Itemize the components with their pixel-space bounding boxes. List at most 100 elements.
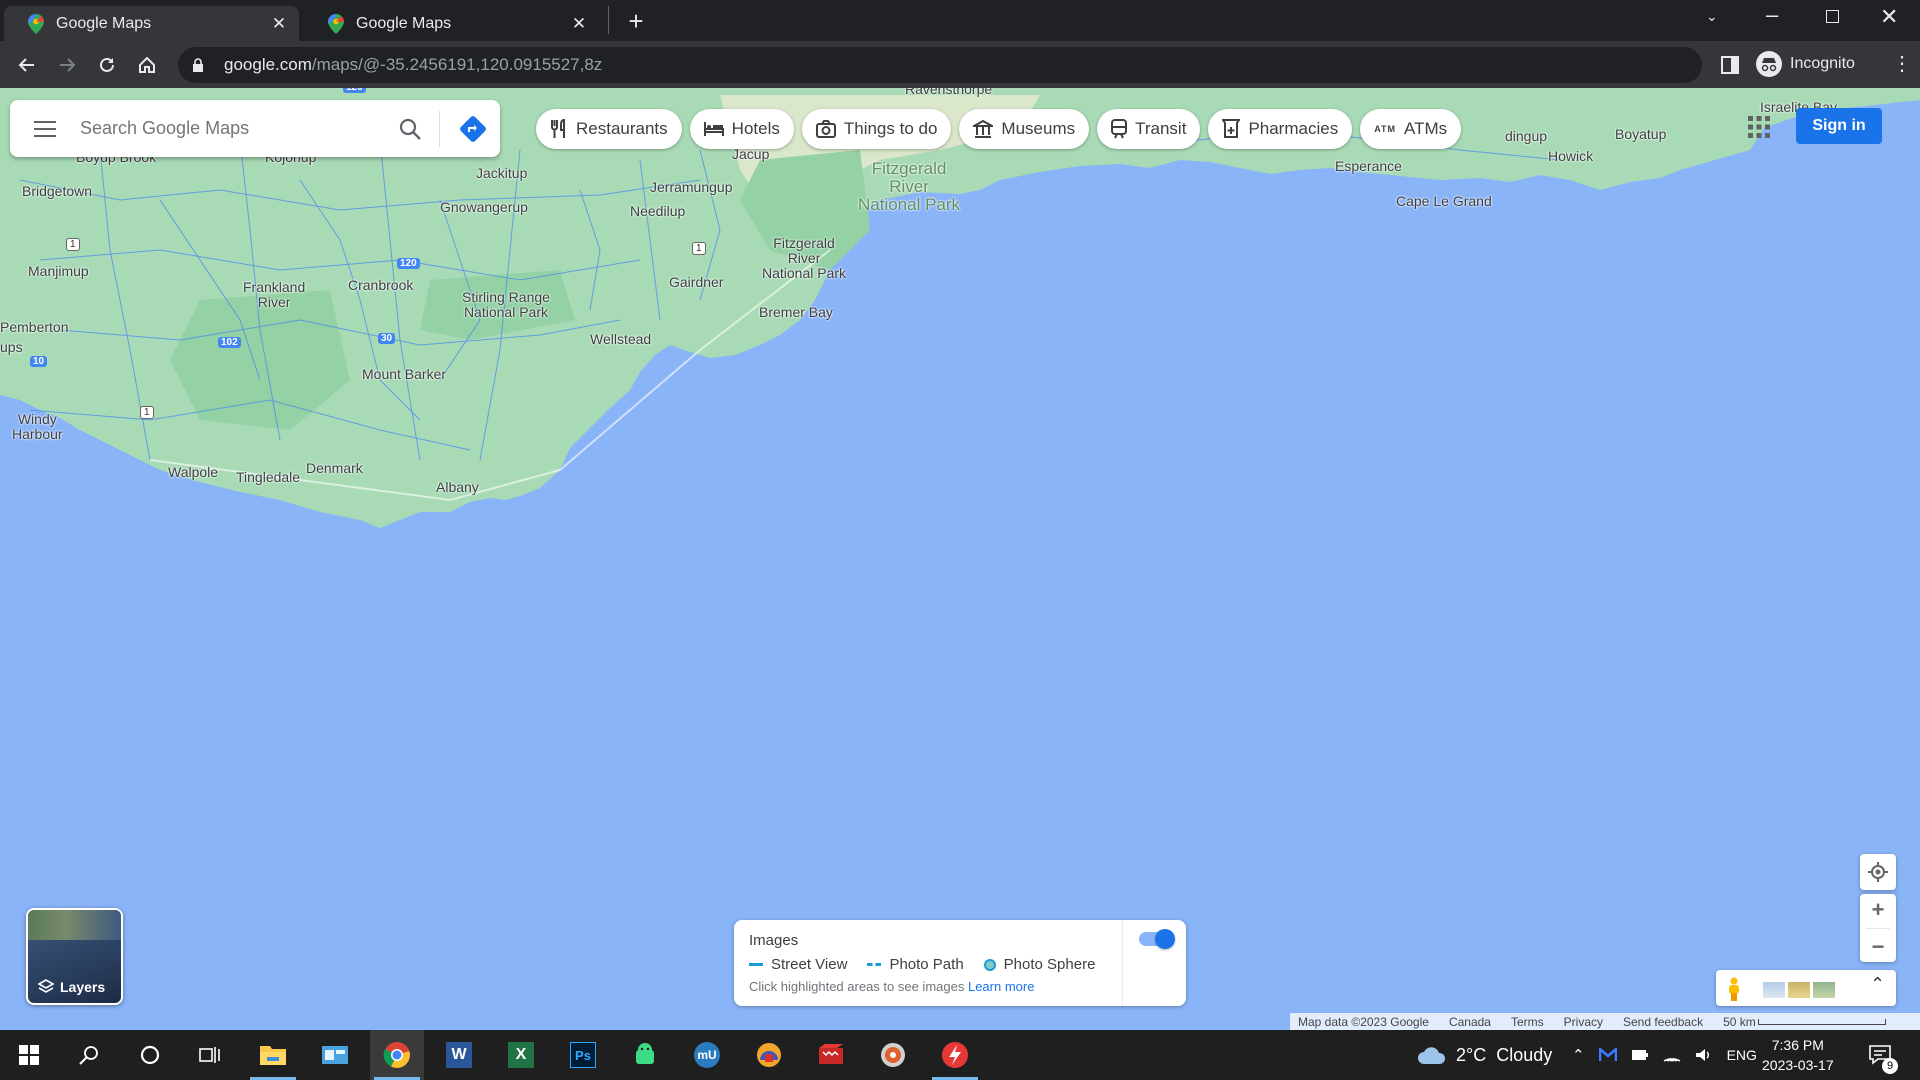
chip-transit[interactable]: Transit — [1097, 109, 1201, 149]
taskbar-search-button[interactable] — [62, 1030, 116, 1080]
chip-things-to-do[interactable]: Things to do — [801, 109, 952, 149]
taskbar-video-app[interactable] — [804, 1030, 858, 1080]
notifications-button[interactable]: 9 — [1868, 1030, 1898, 1080]
taskbar-vpn-app[interactable] — [742, 1030, 796, 1080]
wifi-icon[interactable] — [1663, 1047, 1681, 1063]
chip-museums[interactable]: Museums — [959, 109, 1090, 149]
map-label-windy-harbour[interactable]: Windy Harbour — [12, 412, 63, 442]
search-button[interactable] — [387, 100, 433, 157]
zoom-out-icon[interactable]: − — [1872, 934, 1885, 960]
taskbar-word[interactable]: W — [432, 1030, 486, 1080]
window-close-icon[interactable]: ✕ — [1880, 4, 1898, 30]
my-location-button[interactable] — [1860, 854, 1896, 890]
search-input[interactable] — [80, 118, 387, 139]
map-label-stirling-range[interactable]: Stirling Range National Park — [462, 290, 550, 320]
taskbar-control-panel[interactable] — [308, 1030, 362, 1080]
task-view-button[interactable] — [183, 1030, 237, 1080]
pegman-icon[interactable] — [1726, 977, 1742, 1001]
volume-icon[interactable] — [1695, 1047, 1713, 1063]
reload-button[interactable] — [87, 41, 127, 88]
map-label-albany[interactable]: Albany — [436, 480, 479, 495]
footer-country[interactable]: Canada — [1449, 1015, 1491, 1029]
chip-pharmacies[interactable]: Pharmacies — [1208, 109, 1353, 149]
footer-terms[interactable]: Terms — [1511, 1015, 1544, 1029]
map-label-ups[interactable]: ups — [0, 340, 23, 355]
weather-widget[interactable]: 2°C Cloudy — [1416, 1030, 1552, 1080]
map-label-dingup[interactable]: dingup — [1505, 129, 1547, 144]
zoom-in-icon[interactable]: + — [1872, 897, 1885, 923]
show-hidden-icons-icon[interactable]: ⌃ — [1572, 1046, 1585, 1064]
map-label-walpole[interactable]: Walpole — [168, 465, 218, 480]
taskbar-file-explorer[interactable] — [246, 1030, 300, 1080]
footer-privacy[interactable]: Privacy — [1564, 1015, 1603, 1029]
back-button[interactable] — [7, 41, 47, 88]
start-button[interactable] — [2, 1030, 56, 1080]
map-label-ravensthorpe[interactable]: Ravensthorpe — [905, 88, 992, 97]
tab-google-maps-1[interactable]: Google Maps ✕ — [4, 6, 299, 41]
side-panel-button[interactable] — [1710, 41, 1750, 88]
map-label-bremer-bay[interactable]: Bremer Bay — [759, 305, 833, 320]
taskbar-media-player[interactable] — [866, 1030, 920, 1080]
clock[interactable]: 7:36 PM 2023-03-17 — [1762, 1030, 1834, 1080]
menu-button[interactable] — [10, 100, 80, 157]
map-label-fitzgerald-national-park[interactable]: Fitzgerald River National Park — [858, 160, 960, 214]
map-label-bridgetown[interactable]: Bridgetown — [22, 184, 92, 199]
chip-restaurants[interactable]: Restaurants — [536, 109, 682, 149]
close-tab-icon[interactable]: ✕ — [269, 14, 289, 34]
map-label-wellstead[interactable]: Wellstead — [590, 332, 651, 347]
sign-in-button[interactable]: Sign in — [1796, 108, 1882, 144]
map-label-jackitup[interactable]: Jackitup — [476, 166, 527, 181]
imagery-thumb-1[interactable] — [1763, 982, 1785, 998]
malwarebytes-icon[interactable] — [1598, 1048, 1617, 1062]
directions-button[interactable] — [446, 100, 500, 157]
new-tab-icon[interactable]: + — [622, 8, 650, 36]
map-label-pemberton[interactable]: Pemberton — [0, 320, 68, 335]
cortana-button[interactable] — [123, 1030, 177, 1080]
imagery-thumb-2[interactable] — [1788, 982, 1810, 998]
map-label-fitzgerald-river-national-park[interactable]: Fitzgerald River National Park — [762, 236, 846, 281]
tab-google-maps-2[interactable]: Google Maps ✕ — [304, 6, 599, 41]
map-canvas[interactable]: Ravensthorpe Boyup Brook Kojonup Jacup d… — [0, 88, 1920, 1030]
map-label-needilup[interactable]: Needilup — [630, 204, 685, 219]
map-label-cranbrook[interactable]: Cranbrook — [348, 278, 413, 293]
forward-button[interactable] — [47, 41, 87, 88]
taskbar-chrome[interactable] — [370, 1030, 424, 1080]
chevron-up-icon[interactable]: ⌃ — [1870, 974, 1885, 995]
map-label-gnowangerup[interactable]: Gnowangerup — [440, 200, 528, 215]
map-label-jerramungup[interactable]: Jerramungup — [650, 180, 733, 195]
home-button[interactable] — [127, 41, 167, 88]
taskbar-photoshop[interactable]: Ps — [556, 1030, 610, 1080]
imagery-thumb-3[interactable] — [1813, 982, 1835, 998]
input-language[interactable]: ENG — [1727, 1047, 1757, 1063]
learn-more-link[interactable]: Learn more — [968, 979, 1034, 994]
footer-feedback[interactable]: Send feedback — [1623, 1015, 1703, 1029]
more-menu-icon[interactable]: ⋮ — [1892, 51, 1912, 76]
map-label-tingledale[interactable]: Tingledale — [236, 470, 300, 485]
battery-icon[interactable] — [1631, 1049, 1649, 1061]
tab-search-chevron-icon[interactable]: ⌄ — [1706, 8, 1718, 25]
chip-hotels[interactable]: Hotels — [689, 109, 794, 149]
close-tab-icon[interactable]: ✕ — [569, 14, 589, 34]
map-label-boyatup[interactable]: Boyatup — [1615, 127, 1666, 142]
google-apps-icon[interactable] — [1745, 113, 1773, 141]
map-label-cape-le-grand[interactable]: Cape Le Grand — [1396, 194, 1492, 209]
map-label-esperance[interactable]: Esperance — [1335, 159, 1402, 174]
incognito-indicator[interactable]: Incognito — [1756, 46, 1855, 82]
restore-icon[interactable] — [1826, 10, 1839, 23]
layers-button[interactable]: Layers — [26, 908, 123, 1005]
map-label-denmark[interactable]: Denmark — [306, 461, 363, 476]
minimize-icon[interactable]: – — [1766, 2, 1778, 28]
taskbar-excel[interactable]: X — [494, 1030, 548, 1080]
images-toggle[interactable] — [1139, 929, 1175, 949]
map-label-manjimup[interactable]: Manjimup — [28, 264, 89, 279]
address-bar[interactable]: google.com/maps/@-35.2456191,120.0915527… — [178, 47, 1702, 83]
map-label-mount-barker[interactable]: Mount Barker — [362, 367, 446, 382]
taskbar-mu-app[interactable]: mU — [680, 1030, 734, 1080]
map-label-frankland-river[interactable]: Frankland River — [243, 280, 305, 310]
chip-atms[interactable]: ATM ATMs — [1360, 109, 1462, 149]
map-label-howick[interactable]: Howick — [1548, 149, 1593, 164]
taskbar-power-app[interactable] — [928, 1030, 982, 1080]
scale-bar[interactable]: 50 km — [1723, 1015, 1886, 1029]
map-label-gairdner[interactable]: Gairdner — [669, 275, 723, 290]
taskbar-android-emulator[interactable] — [618, 1030, 672, 1080]
